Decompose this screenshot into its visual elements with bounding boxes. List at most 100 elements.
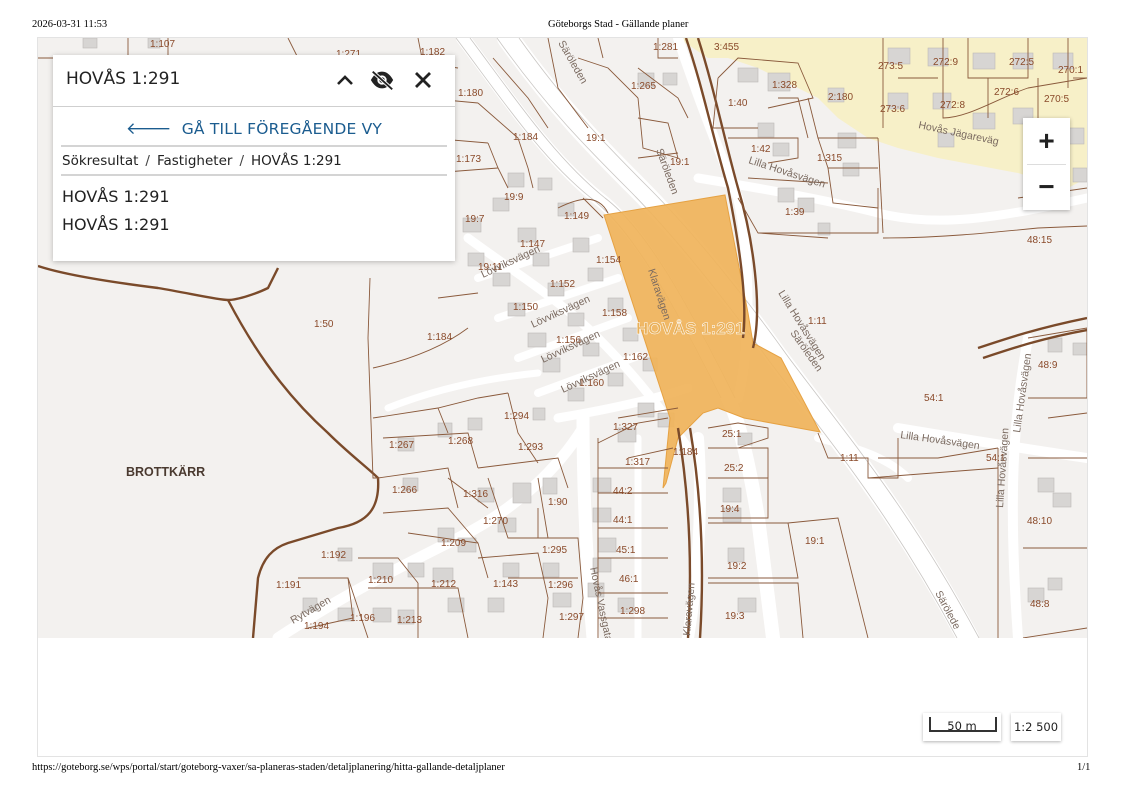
parcel-label: 46:1 <box>619 574 639 585</box>
parcel-label: 1:209 <box>441 538 466 549</box>
parcel-label: 45:1 <box>616 545 636 556</box>
breadcrumb: Sökresultat / Fastigheter / HOVÅS 1:291 <box>62 153 342 169</box>
parcel-label: 54:1 <box>924 393 944 404</box>
parcel-label: 1:293 <box>518 442 543 453</box>
parcel-label: 48:8 <box>1030 599 1050 610</box>
parcel-label: 1:194 <box>304 621 329 632</box>
parcel-label: 44:2 <box>613 486 633 497</box>
parcel-label: 19:2 <box>727 561 747 572</box>
parcel-label: 1:316 <box>463 489 488 500</box>
parcel-label: 1:184 <box>427 332 452 343</box>
parcel-label: 1:11 <box>840 453 859 464</box>
parcel-label: 1:294 <box>504 411 529 422</box>
parcel-label: 19:9 <box>504 192 524 203</box>
parcel-label: 1:315 <box>817 153 842 164</box>
breadcrumb-item[interactable]: Fastigheter <box>157 153 232 169</box>
parcel-label: 1:90 <box>548 497 568 508</box>
parcel-label: 1:173 <box>456 154 481 165</box>
breadcrumb-item[interactable]: Sökresultat <box>62 153 138 169</box>
hide-button[interactable] <box>369 67 395 93</box>
parcel-label: 1:11 <box>808 316 827 327</box>
parcel-label: 44:1 <box>613 515 633 526</box>
result-item[interactable]: HOVÅS 1:291 <box>62 215 170 234</box>
parcel-label: 1:265 <box>631 81 656 92</box>
parcel-label: 273:5 <box>878 61 903 72</box>
parcel-label: 19:1 <box>586 133 606 144</box>
parcel-label: 270:1 <box>1058 65 1083 76</box>
parcel-label: 19:1 <box>670 157 690 168</box>
parcel-label: 1:327 <box>613 422 638 433</box>
eye-off-icon <box>370 70 394 91</box>
print-title: Göteborgs Stad - Gällande planer <box>548 19 689 30</box>
parcel-label: 272:6 <box>994 87 1019 98</box>
print-url: https://goteborg.se/wps/portal/start/got… <box>32 762 505 773</box>
parcel-label: 1:297 <box>559 612 584 623</box>
zoom-controls: + − <box>1023 118 1070 210</box>
parcel-label: 1:152 <box>550 279 575 290</box>
collapse-button[interactable] <box>332 67 358 93</box>
parcel-label: 3:455 <box>714 42 739 53</box>
parcel-label: 1:107 <box>150 39 175 50</box>
area-label: BROTTKÄRR <box>126 464 205 479</box>
close-button[interactable] <box>410 67 436 93</box>
parcel-label: 1:42 <box>751 144 771 155</box>
parcel-label: 1:295 <box>542 545 567 556</box>
close-icon <box>415 72 431 88</box>
parcel-label: 1:184 <box>513 132 538 143</box>
parcel-label: 1:281 <box>653 42 678 53</box>
parcel-label: 273:6 <box>880 104 905 115</box>
chevron-up-icon <box>337 75 353 85</box>
arrow-left-icon: 🡐 <box>125 119 172 139</box>
result-item[interactable]: HOVÅS 1:291 <box>62 187 170 206</box>
parcel-label: 19:7 <box>465 214 485 225</box>
parcel-label: 1:150 <box>513 302 538 313</box>
highlight-label: HOVÅS 1:291 <box>636 319 745 338</box>
panel-divider <box>61 145 447 147</box>
parcel-label: 1:191 <box>276 580 301 591</box>
panel-title: HOVÅS 1:291 <box>66 69 181 89</box>
parcel-label: 2:180 <box>828 92 853 103</box>
parcel-label: 19:4 <box>720 504 740 515</box>
parcel-label: 19:3 <box>725 611 745 622</box>
print-page-number: 1/1 <box>1077 762 1091 773</box>
parcel-label: 1:180 <box>458 88 483 99</box>
parcel-label: 1:328 <box>772 80 797 91</box>
parcel-label: 1:50 <box>314 319 334 330</box>
parcel-label: 1:39 <box>785 207 805 218</box>
parcel-label: 1:40 <box>728 98 748 109</box>
scale-bar: 50 m <box>923 713 1001 741</box>
parcel-label: 272:9 <box>933 57 958 68</box>
parcel-label: 1:212 <box>431 579 456 590</box>
breadcrumb-item: HOVÅS 1:291 <box>251 153 342 169</box>
print-datetime: 2026-03-31 11:53 <box>32 19 108 30</box>
parcel-label: 272:5 <box>1009 57 1034 68</box>
parcel-label: 1:266 <box>392 485 417 496</box>
parcel-label: 48:9 <box>1038 360 1058 371</box>
parcel-label: 48:15 <box>1027 235 1052 246</box>
parcel-label: 1:267 <box>389 440 414 451</box>
search-panel: HOVÅS 1:291 🡐 GÅ TILL FÖREGÅENDE VY Sökr… <box>53 55 455 261</box>
parcel-label: 1:143 <box>493 579 518 590</box>
parcel-label: 1:317 <box>625 457 650 468</box>
zoom-in-button[interactable]: + <box>1023 118 1070 164</box>
scale-bar-label: 50 m <box>947 719 977 733</box>
parcel-label: 1:154 <box>596 255 621 266</box>
parcel-label: 1:196 <box>350 613 375 624</box>
back-link-label: GÅ TILL FÖREGÅENDE VY <box>181 120 383 138</box>
parcel-label: 1:213 <box>397 615 422 626</box>
parcel-label: 1:192 <box>321 550 346 561</box>
parcel-label: 1:270 <box>483 516 508 527</box>
parcel-label: 1:149 <box>564 211 589 222</box>
parcel-label: 19:1 <box>805 536 825 547</box>
panel-divider <box>53 106 455 107</box>
parcel-label: 1:298 <box>620 606 645 617</box>
parcel-label: 25:2 <box>724 463 744 474</box>
panel-divider <box>61 174 447 176</box>
parcel-label: 25:1 <box>722 429 742 440</box>
scale-ratio[interactable]: 1:2 500 <box>1011 713 1061 741</box>
parcel-label: 1:158 <box>602 308 627 319</box>
map-viewport[interactable]: 1:107 1:271 1:182 1:180 1:173 1:184 19:9… <box>37 37 1088 757</box>
parcel-label: 270:5 <box>1044 94 1069 105</box>
back-link[interactable]: 🡐 GÅ TILL FÖREGÅENDE VY <box>53 111 455 147</box>
zoom-out-button[interactable]: − <box>1023 164 1070 210</box>
